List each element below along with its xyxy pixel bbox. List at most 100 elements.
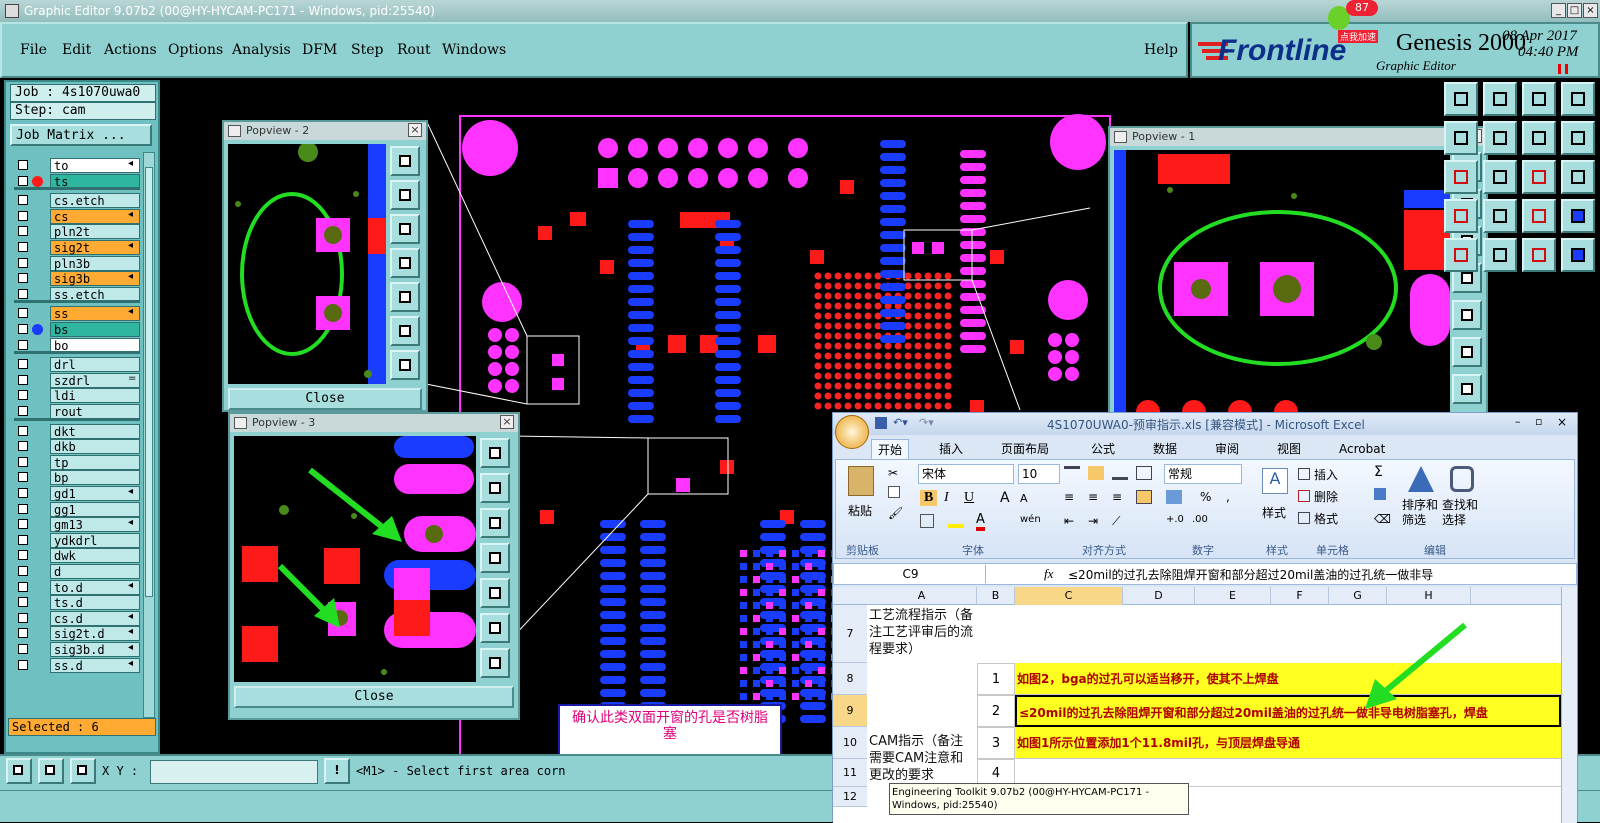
layer-checkbox[interactable]: [18, 390, 28, 401]
layer-row[interactable]: to ◂: [14, 158, 140, 173]
layer-checkbox[interactable]: [18, 308, 28, 319]
layer-row[interactable]: ss.d ◂: [14, 657, 140, 673]
grid-icon[interactable]: [70, 758, 96, 784]
job-matrix-button[interactable]: Job Matrix ...: [10, 124, 152, 146]
maximize-button[interactable]: □: [1567, 3, 1582, 18]
fit-icon[interactable]: [480, 438, 510, 468]
menu-actions[interactable]: Actions: [104, 42, 157, 58]
increase-decimal-icon[interactable]: +.0: [1166, 514, 1184, 525]
layer-checkbox[interactable]: [18, 273, 28, 284]
pan-left-icon[interactable]: [390, 248, 420, 278]
layer-row[interactable]: sig2t ◂: [14, 240, 140, 255]
excel-maximize[interactable]: ▫: [1535, 415, 1542, 428]
vertical-scrollbar[interactable]: [1561, 587, 1577, 823]
layer-checkbox[interactable]: [18, 210, 28, 221]
sort-filter-button[interactable]: 排序和筛选: [1402, 498, 1442, 528]
layer-row[interactable]: gd1 ◂: [14, 486, 140, 501]
minimize-button[interactable]: _: [1551, 3, 1566, 18]
layer-checkbox[interactable]: [18, 597, 28, 608]
select-icon[interactable]: [1444, 238, 1478, 272]
shrink-font-icon[interactable]: A: [1020, 492, 1028, 505]
layer-name[interactable]: cs: [50, 208, 140, 224]
menu-help[interactable]: Help: [1144, 42, 1178, 58]
layer-row[interactable]: drl: [14, 357, 140, 373]
popview-2-close-x[interactable]: ×: [408, 123, 422, 137]
row-header[interactable]: 11: [833, 759, 867, 787]
zoom-in-icon[interactable]: [480, 473, 510, 503]
currency-icon[interactable]: [1166, 490, 1182, 504]
layer-row[interactable]: szdrl =: [14, 372, 140, 388]
cell-c[interactable]: 如图2，bga的过孔可以适当移开，使其不上焊盘: [1015, 663, 1561, 695]
layer-name[interactable]: ldi: [50, 388, 140, 404]
layer-row[interactable]: pln2t: [14, 224, 140, 240]
layer-row[interactable]: ldi: [14, 388, 140, 404]
align-right-icon[interactable]: ≡: [1112, 490, 1122, 504]
layer-checkbox[interactable]: [18, 550, 28, 561]
layer-name[interactable]: sig2t: [50, 240, 140, 255]
column-header[interactable]: F: [1271, 587, 1329, 605]
format-cells-button[interactable]: 格式: [1314, 510, 1338, 527]
column-header[interactable]: D: [1123, 587, 1195, 605]
insert-function-icon[interactable]: fx: [1044, 566, 1053, 582]
layer-name[interactable]: dwk: [50, 548, 140, 564]
layer-row[interactable]: tp: [14, 454, 140, 470]
layer-checkbox[interactable]: [18, 425, 28, 436]
format-painter-icon[interactable]: 🖌: [888, 506, 903, 520]
ribbon-tab[interactable]: 审阅: [1209, 439, 1245, 459]
layer-row[interactable]: dkt: [14, 423, 140, 439]
layer-row[interactable]: to.d ◂: [14, 579, 140, 595]
pan-right-icon[interactable]: [480, 578, 510, 608]
autosum-icon[interactable]: Σ: [1374, 464, 1383, 480]
query-icon[interactable]: [1561, 238, 1595, 272]
layer-name[interactable]: ydkdrl: [50, 532, 140, 548]
grow-font-icon[interactable]: A: [1000, 490, 1010, 506]
close-button[interactable]: ×: [1583, 3, 1598, 18]
layer-name[interactable]: sig3b.d: [50, 642, 140, 657]
number-format-select[interactable]: 常规: [1164, 464, 1242, 484]
cell-c[interactable]: 如图1所示位置添加1个11.8mil孔，与顶层焊盘导通: [1015, 727, 1561, 759]
measure-icon[interactable]: [38, 758, 64, 784]
layer-checkbox[interactable]: [18, 628, 28, 639]
layer-checkbox[interactable]: [18, 503, 28, 514]
row-header[interactable]: 12: [833, 787, 867, 807]
menu-edit[interactable]: Edit: [62, 42, 91, 58]
comma-icon[interactable]: ,: [1226, 490, 1230, 504]
column-header[interactable]: G: [1329, 587, 1387, 605]
column-header[interactable]: A: [867, 587, 977, 605]
layer-name[interactable]: gm13: [50, 517, 140, 533]
layer-checkbox[interactable]: [18, 339, 28, 350]
layer-row[interactable]: sig2t.d ◂: [14, 626, 140, 642]
layer-checkbox[interactable]: [18, 612, 28, 623]
column-header[interactable]: H: [1387, 587, 1471, 605]
layer-name[interactable]: ts.d: [50, 595, 140, 611]
undo-icon[interactable]: ↶▾: [893, 416, 908, 429]
layer-checkbox[interactable]: [18, 488, 28, 498]
undo-icon[interactable]: [1444, 121, 1478, 155]
layer-checkbox[interactable]: [18, 456, 28, 467]
paste-icon[interactable]: [848, 466, 874, 496]
redo-icon[interactable]: [1483, 121, 1517, 155]
layer-row[interactable]: bs: [14, 322, 140, 337]
popview-2-close-button[interactable]: Close: [228, 388, 422, 410]
menu-rout[interactable]: Rout: [397, 42, 431, 58]
layer-row[interactable]: gm13 ◂: [14, 517, 140, 533]
cell-a[interactable]: 工艺流程指示（备注工艺评审后的流程要求）: [867, 605, 977, 663]
row-header[interactable]: 10: [833, 727, 867, 759]
insert-cells-icon[interactable]: [1298, 468, 1310, 480]
font-color-icon[interactable]: A: [976, 512, 985, 531]
save-icon[interactable]: [875, 417, 887, 429]
styles-button[interactable]: 样式: [1262, 504, 1286, 521]
row-header[interactable]: 9: [833, 695, 867, 727]
layer-name[interactable]: cs.d: [50, 610, 140, 626]
orientation-icon[interactable]: ⟋: [1112, 514, 1120, 529]
layer-row[interactable]: ts.d: [14, 595, 140, 611]
sort-filter-icon[interactable]: [1408, 466, 1434, 492]
layer-checkbox[interactable]: [18, 226, 28, 237]
home-icon[interactable]: [1444, 82, 1478, 116]
styles-icon[interactable]: A: [1262, 468, 1288, 494]
layer-name[interactable]: gd1: [50, 486, 140, 501]
layer-checkbox[interactable]: [18, 472, 28, 483]
cell-b[interactable]: 1: [977, 663, 1015, 695]
layer-checkbox[interactable]: [18, 659, 28, 670]
align-top-icon[interactable]: [1064, 466, 1080, 480]
